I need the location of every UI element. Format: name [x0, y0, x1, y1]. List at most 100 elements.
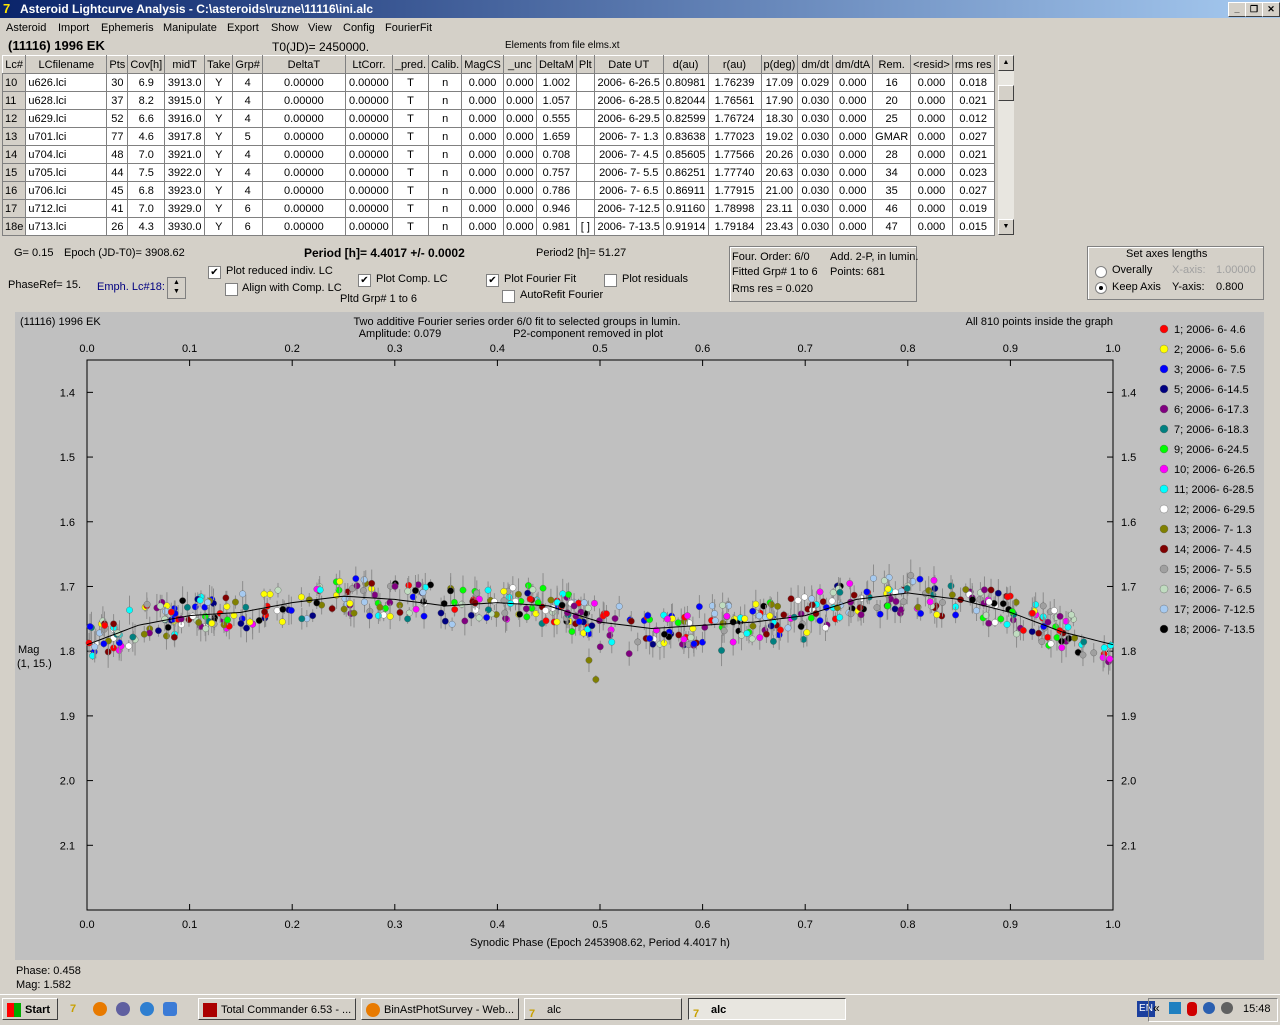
- table-cell[interactable]: Y: [204, 127, 234, 146]
- table-cell[interactable]: n: [428, 109, 463, 128]
- table-cell[interactable]: 21.00: [760, 181, 799, 200]
- y-axis-value[interactable]: 0.800: [1216, 281, 1244, 293]
- table-cell[interactable]: 1.77740: [707, 163, 762, 182]
- table-cell[interactable]: 3923.0: [164, 181, 206, 200]
- table-cell[interactable]: [575, 163, 595, 182]
- table-cell[interactable]: 41: [106, 199, 129, 218]
- table-row[interactable]: 12 u629.lci 52 6.6 3916.0 Y 4 0.00000 0.00000 Tn 0…: [1, 109, 995, 128]
- table-cell[interactable]: 0.029: [797, 73, 834, 92]
- table-cell[interactable]: [575, 181, 595, 200]
- table-cell[interactable]: 30: [106, 73, 129, 92]
- column-header[interactable]: dm/dtA: [832, 55, 874, 74]
- table-cell[interactable]: 11: [1, 91, 27, 110]
- table-cell[interactable]: 0.83638: [662, 127, 709, 146]
- table-cell[interactable]: 37: [106, 91, 129, 110]
- table-cell[interactable]: Y: [204, 145, 234, 164]
- menu-import[interactable]: Import: [58, 22, 89, 34]
- start-button[interactable]: Start: [2, 998, 58, 1020]
- table-cell[interactable]: T: [391, 145, 430, 164]
- column-header[interactable]: Date UT: [593, 55, 664, 74]
- table-cell[interactable]: 0.00000: [344, 181, 393, 200]
- table-cell[interactable]: 0.000: [910, 109, 953, 128]
- restore-button[interactable]: ❐: [1245, 2, 1263, 17]
- plot-panel[interactable]: (11116) 1996 EK Two additive Fourier ser…: [15, 312, 1264, 960]
- table-cell[interactable]: 0.86251: [662, 163, 709, 182]
- table-cell[interactable]: [575, 109, 595, 128]
- plot-fourier-checkbox[interactable]: ✔: [486, 274, 499, 287]
- table-cell[interactable]: 4: [232, 109, 263, 128]
- table-cell[interactable]: 26: [106, 217, 129, 236]
- table-cell[interactable]: 1.77023: [707, 127, 762, 146]
- table-cell[interactable]: 1.77566: [707, 145, 762, 164]
- table-cell[interactable]: 0.000: [832, 91, 874, 110]
- column-header[interactable]: rms res: [951, 55, 995, 74]
- table-cell[interactable]: 0.030: [797, 91, 834, 110]
- table-cell[interactable]: 2006- 7- 4.5: [593, 145, 664, 164]
- table-cell[interactable]: 0.000: [910, 91, 953, 110]
- task-total-commander[interactable]: Total Commander 6.53 - ...: [198, 998, 356, 1020]
- table-cell[interactable]: 10: [1, 73, 27, 92]
- table-cell[interactable]: 4: [232, 91, 263, 110]
- table-cell[interactable]: 3930.0: [164, 217, 206, 236]
- table-cell[interactable]: 20.63: [760, 163, 799, 182]
- table-cell[interactable]: 0.000: [832, 73, 874, 92]
- column-header[interactable]: midT: [164, 55, 206, 74]
- table-row[interactable]: 14 u704.lci 48 7.0 3921.0 Y 4 0.00000 0.00000 Tn 0…: [1, 145, 995, 164]
- table-cell[interactable]: Y: [204, 109, 234, 128]
- table-cell[interactable]: 2006- 7- 1.3: [593, 127, 664, 146]
- table-cell[interactable]: 0.027: [951, 127, 995, 146]
- table-scrollbar[interactable]: ▲ ▼: [998, 55, 1014, 235]
- table-cell[interactable]: Y: [204, 163, 234, 182]
- table-cell[interactable]: 47: [872, 217, 912, 236]
- table-cell[interactable]: 0.000: [910, 127, 953, 146]
- autorefit-checkbox[interactable]: [502, 290, 515, 303]
- table-cell[interactable]: 52: [106, 109, 129, 128]
- table-cell[interactable]: n: [428, 163, 463, 182]
- browser-icon[interactable]: [116, 1002, 130, 1016]
- column-header[interactable]: Calib.: [428, 55, 463, 74]
- table-cell[interactable]: 2006- 6-26.5: [593, 73, 664, 92]
- table-cell[interactable]: 0.786: [535, 181, 577, 200]
- table-cell[interactable]: 0.000: [910, 73, 953, 92]
- table-cell[interactable]: 3913.0: [164, 73, 206, 92]
- column-header[interactable]: Pts: [106, 55, 129, 74]
- table-cell[interactable]: 0.91160: [662, 199, 709, 218]
- table-cell[interactable]: 3916.0: [164, 109, 206, 128]
- table-cell[interactable]: 1.76724: [707, 109, 762, 128]
- column-header[interactable]: Rem.: [872, 55, 912, 74]
- table-row[interactable]: 15 u705.lci 44 7.5 3922.0 Y 4 0.00000 0.00000 Tn 0…: [1, 163, 995, 182]
- table-cell[interactable]: 20.26: [760, 145, 799, 164]
- table-cell[interactable]: u626.lci: [25, 73, 108, 92]
- table-cell[interactable]: 0.030: [797, 199, 834, 218]
- column-header[interactable]: LCfilename: [25, 55, 108, 74]
- column-header[interactable]: Plt: [575, 55, 595, 74]
- table-cell[interactable]: 0.00000: [344, 163, 393, 182]
- table-cell[interactable]: 3917.8: [164, 127, 206, 146]
- emph-spinner[interactable]: ▲ ▼: [167, 277, 186, 299]
- task-alc-2[interactable]: 7 alc: [688, 998, 846, 1020]
- column-header[interactable]: r(au): [707, 55, 762, 74]
- table-cell[interactable]: 4.3: [127, 217, 166, 236]
- table-cell[interactable]: 0.00000: [344, 91, 393, 110]
- table-cell[interactable]: 4: [232, 163, 263, 182]
- table-cell[interactable]: 0.000: [502, 217, 537, 236]
- table-cell[interactable]: 17.90: [760, 91, 799, 110]
- table-cell[interactable]: 25: [872, 109, 912, 128]
- table-cell[interactable]: 4: [232, 145, 263, 164]
- table-row[interactable]: 10 u626.lci 30 6.9 3913.0 Y 4 0.00000 0.00000 Tn 0…: [1, 73, 995, 92]
- table-cell[interactable]: 4.6: [127, 127, 166, 146]
- tray-speaker-icon[interactable]: [1221, 1002, 1233, 1014]
- table-cell[interactable]: 1.79184: [707, 217, 762, 236]
- table-cell[interactable]: u706.lci: [25, 181, 108, 200]
- table-cell[interactable]: 0.021: [951, 145, 995, 164]
- table-cell[interactable]: 0.00000: [344, 199, 393, 218]
- column-header[interactable]: <resid>: [910, 55, 953, 74]
- table-cell[interactable]: 0.00000: [261, 145, 346, 164]
- table-cell[interactable]: u704.lci: [25, 145, 108, 164]
- table-cell[interactable]: 0.027: [951, 181, 995, 200]
- table-cell[interactable]: u713.lci: [25, 217, 108, 236]
- table-cell[interactable]: 0.00000: [261, 181, 346, 200]
- table-cell[interactable]: 0.000: [832, 217, 874, 236]
- table-cell[interactable]: 7.5: [127, 163, 166, 182]
- menu-show[interactable]: Show: [271, 22, 299, 34]
